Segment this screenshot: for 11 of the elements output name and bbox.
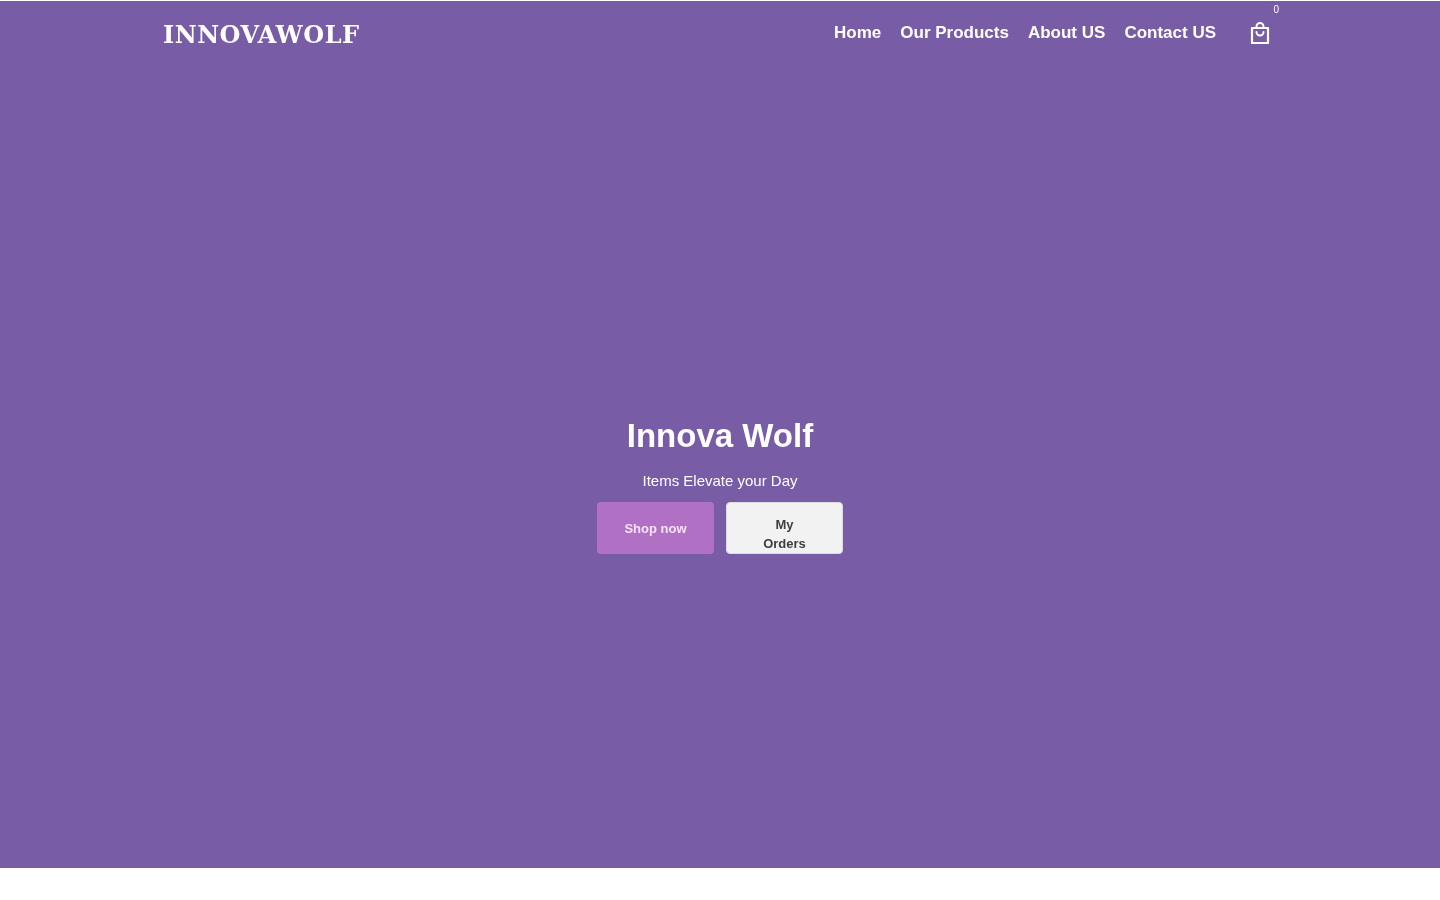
hero-title: Innova Wolf: [626, 416, 814, 456]
shop-button[interactable]: Shop now: [597, 502, 714, 554]
logo-link[interactable]: INNOVAWOLF: [163, 19, 360, 49]
nav-link[interactable]: Home: [834, 23, 882, 43]
nav-link[interactable]: About US: [1027, 23, 1106, 43]
shopping-bag-icon[interactable]: [1250, 22, 1270, 44]
cart-count: 0: [1273, 4, 1279, 15]
orders-button[interactable]: My Orders: [726, 502, 843, 554]
nav-link[interactable]: Our Products: [900, 23, 1009, 43]
nav-link[interactable]: Contact US: [1124, 23, 1216, 43]
hero-subtitle: Items Elevate your Day: [642, 472, 798, 490]
